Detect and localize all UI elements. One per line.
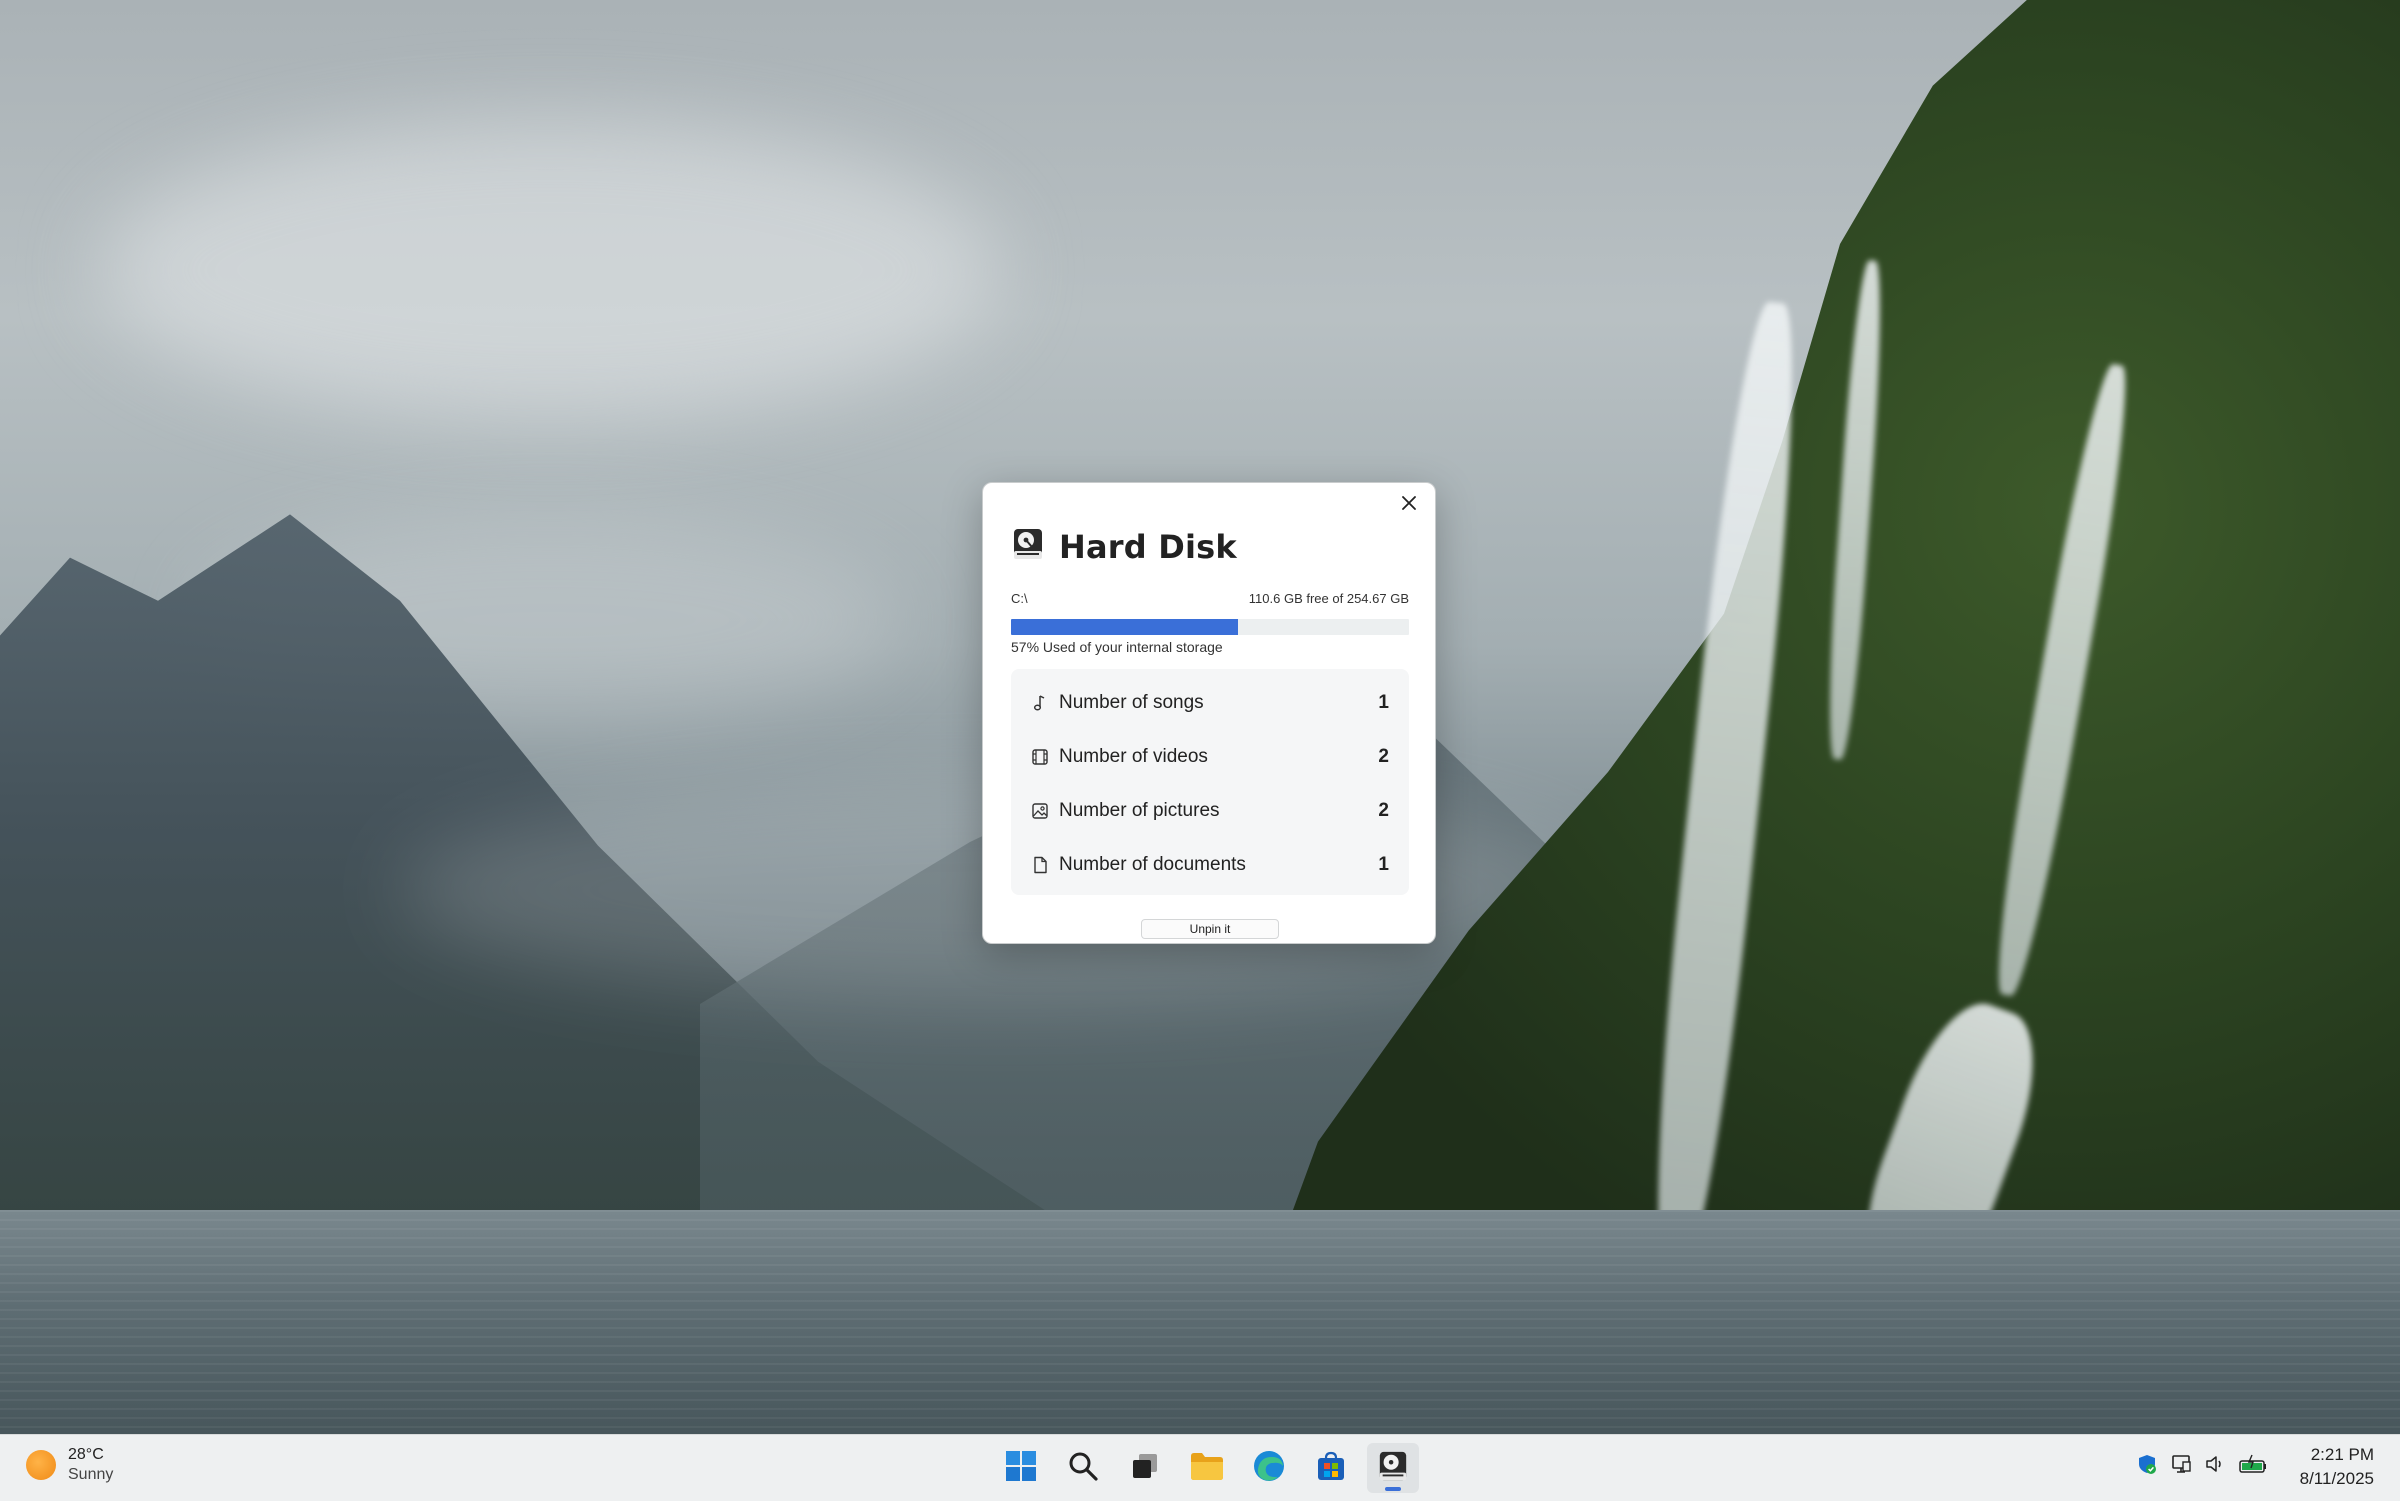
stat-row-songs: Number of songs 1 xyxy=(1011,683,1409,723)
music-note-icon xyxy=(1031,694,1049,712)
stat-value: 1 xyxy=(1378,854,1389,875)
network-icon xyxy=(2170,1453,2192,1480)
start-button[interactable] xyxy=(995,1443,1047,1493)
stat-value: 2 xyxy=(1378,746,1389,767)
file-explorer-button[interactable] xyxy=(1181,1443,1233,1493)
taskbar-apps xyxy=(990,1443,1424,1493)
film-icon xyxy=(1031,748,1049,766)
microsoft-store-button[interactable] xyxy=(1305,1443,1357,1493)
battery-icon xyxy=(2238,1453,2268,1480)
stat-value: 1 xyxy=(1378,692,1389,713)
stat-row-pictures: Number of pictures 2 xyxy=(1011,791,1409,831)
battery-button[interactable] xyxy=(2236,1453,2270,1479)
hard-disk-icon xyxy=(1011,527,1045,566)
usage-percent-text: 57% Used of your internal storage xyxy=(1011,639,1223,655)
image-icon xyxy=(1031,802,1049,820)
close-button[interactable] xyxy=(1393,489,1425,521)
clock-date: 8/11/2025 xyxy=(2299,1469,2374,1488)
search-button[interactable] xyxy=(1057,1443,1109,1493)
security-shield-icon xyxy=(2136,1453,2158,1480)
storage-usage-bar xyxy=(1011,619,1409,635)
weather-condition: Sunny xyxy=(68,1466,114,1483)
drive-letter: C:\ xyxy=(1011,591,1028,606)
microsoft-store-icon xyxy=(1315,1450,1347,1487)
task-view-icon xyxy=(1130,1451,1160,1486)
sun-icon xyxy=(26,1450,56,1480)
weather-temperature: 28°C xyxy=(68,1446,104,1463)
stat-label: Number of videos xyxy=(1059,746,1208,767)
weather-widget[interactable]: 28°C Sunny xyxy=(26,1445,113,1485)
network-button[interactable] xyxy=(2168,1453,2194,1479)
task-view-button[interactable] xyxy=(1119,1443,1171,1493)
windows-start-icon xyxy=(1004,1449,1038,1488)
taskbar: 28°C Sunny 2:21 PM 8/11/2025 xyxy=(0,1434,2400,1501)
file-explorer-icon xyxy=(1189,1450,1225,1487)
stat-row-documents: Number of documents 1 xyxy=(1011,845,1409,885)
desktop-wallpaper: Hard Disk C:\ 110.6 GB free of 254.67 GB… xyxy=(0,0,2400,1434)
free-space-text: 110.6 GB free of 254.67 GB xyxy=(1248,591,1409,606)
storage-usage-fill xyxy=(1011,619,1238,635)
edge-browser-icon xyxy=(1252,1449,1286,1488)
search-icon xyxy=(1067,1450,1099,1487)
file-stats-card: Number of songs 1 Number of videos 2 Num… xyxy=(1011,669,1409,895)
clock-time: 2:21 PM xyxy=(2310,1445,2374,1464)
stat-label: Number of songs xyxy=(1059,692,1204,713)
security-shield-button[interactable] xyxy=(2134,1453,2160,1479)
hard-disk-app-icon xyxy=(1377,1450,1409,1487)
widget-title: Hard Disk xyxy=(1059,527,1237,566)
unpin-button[interactable]: Unpin it xyxy=(1141,919,1279,939)
hard-disk-widget: Hard Disk C:\ 110.6 GB free of 254.67 GB… xyxy=(982,482,1436,944)
volume-button[interactable] xyxy=(2202,1453,2228,1479)
stat-row-videos: Number of videos 2 xyxy=(1011,737,1409,777)
close-icon xyxy=(1400,494,1418,517)
document-icon xyxy=(1031,856,1049,874)
volume-icon xyxy=(2204,1453,2226,1480)
stat-value: 2 xyxy=(1378,800,1389,821)
edge-browser-button[interactable] xyxy=(1243,1443,1295,1493)
stat-label: Number of pictures xyxy=(1059,800,1220,821)
clock[interactable]: 2:21 PM 8/11/2025 xyxy=(2300,1443,2374,1491)
hard-disk-app-button[interactable] xyxy=(1367,1443,1419,1493)
widget-header: Hard Disk xyxy=(1011,527,1237,566)
system-tray xyxy=(2130,1453,2274,1479)
stat-label: Number of documents xyxy=(1059,854,1246,875)
